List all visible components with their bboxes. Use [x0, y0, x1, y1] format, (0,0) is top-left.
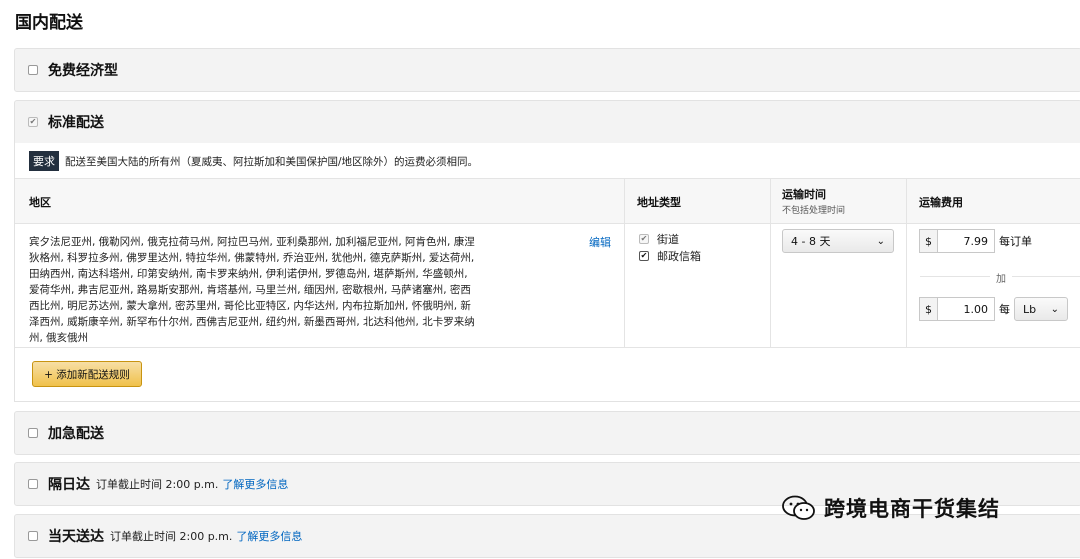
edit-link[interactable]: 编辑 [589, 234, 611, 250]
region-list: 宾夕法尼亚州, 俄勒冈州, 俄克拉荷马州, 阿拉巴马州, 亚利桑那州, 加利福尼… [29, 234, 499, 346]
per-order-label: 每订单 [999, 235, 1032, 248]
requirement-text: 配送至美国大陆的所有州（夏威夷、阿拉斯加和美国保护国/地区除外）的运费必须相同。 [65, 155, 479, 168]
currency-symbol: $ [919, 229, 937, 253]
section-free-economy[interactable]: 免费经济型 [14, 48, 1080, 92]
section-expedited[interactable]: 加急配送 [14, 411, 1080, 455]
per-unit-fee: $ 1.00 每 [919, 297, 1010, 321]
standard-body: 要求 配送至美国大陆的所有州（夏威夷、阿拉斯加和美国保护国/地区除外）的运费必须… [14, 143, 1080, 402]
address-type-po-box[interactable]: ✔ 邮政信箱 [639, 248, 701, 264]
region-line: 爱荷华州, 弗吉尼亚州, 路易斯安那州, 肯塔基州, 马里兰州, 缅因州, 密歇… [29, 284, 471, 296]
unit-value: Lb [1023, 302, 1037, 316]
learn-more-link[interactable]: 了解更多信息 [236, 528, 302, 544]
next-day-checkbox[interactable] [28, 479, 38, 489]
cutoff-note: 订单截止时间 2:00 p.m. [96, 478, 219, 491]
row-divider [15, 347, 1080, 348]
po-box-checkbox[interactable]: ✔ [639, 251, 649, 261]
table-header: 地区 地址类型 运输时间 不包括处理时间 运输费用 [15, 178, 1080, 224]
per-order-amount-input[interactable]: 7.99 [937, 229, 995, 253]
same-day-checkbox[interactable] [28, 531, 38, 541]
page-title: 国内配送 [15, 13, 83, 33]
per-unit-label: 每 [999, 303, 1010, 316]
transit-time-value: 4 - 8 天 [791, 235, 831, 248]
section-title: 标准配送 [48, 115, 104, 131]
street-label: 街道 [657, 233, 679, 246]
requirement-tag: 要求 [29, 151, 59, 171]
region-line: 西比州, 明尼苏达州, 蒙大拿州, 密苏里州, 哥伦比亚特区, 内华达州, 内布… [29, 300, 471, 312]
section-title: 加急配送 [48, 426, 104, 442]
section-title: 当天送达 [48, 529, 104, 545]
chevron-down-icon: ⌄ [1050, 303, 1059, 315]
section-title: 隔日达 [48, 477, 90, 493]
watermark: 跨境电商干货集结 [782, 493, 1000, 523]
header-transit-time: 运输时间 [782, 188, 826, 201]
watermark-text: 跨境电商干货集结 [824, 497, 1000, 521]
region-line: 州, 俄亥俄州 [29, 332, 89, 344]
expedited-checkbox[interactable] [28, 428, 38, 438]
region-line: 田纳西州, 南达科塔州, 印第安纳州, 南卡罗来纳州, 伊利诺伊州, 罗德岛州,… [29, 268, 468, 280]
region-line: 狄格州, 科罗拉多州, 佛罗里达州, 特拉华州, 佛蒙特州, 乔治亚州, 犹他州… [29, 252, 475, 264]
header-shipping-fee: 运输费用 [919, 196, 963, 209]
plus-label: 加 [990, 270, 1012, 285]
column-divider [906, 178, 907, 348]
region-line: 泽西州, 威斯康辛州, 新罕布什尔州, 西佛吉尼亚州, 纽约州, 新墨西哥州, … [29, 316, 475, 328]
learn-more-link[interactable]: 了解更多信息 [222, 476, 288, 492]
street-checkbox[interactable]: ✔ [639, 234, 649, 244]
header-transit-sub: 不包括处理时间 [782, 206, 846, 216]
cutoff-note: 订单截止时间 2:00 p.m. [110, 530, 233, 543]
standard-checkbox[interactable]: ✔ [28, 117, 38, 127]
transit-time-select[interactable]: 4 - 8 天 ⌄ [782, 229, 894, 253]
address-type-street[interactable]: ✔ 街道 [639, 231, 679, 247]
unit-select[interactable]: Lb ⌄ [1014, 297, 1068, 321]
currency-symbol: $ [919, 297, 937, 321]
wechat-icon [782, 495, 815, 520]
header-region: 地区 [29, 196, 51, 209]
chevron-down-icon: ⌄ [876, 235, 885, 247]
header-address-type: 地址类型 [637, 196, 681, 209]
per-unit-amount-input[interactable]: 1.00 [937, 297, 995, 321]
section-standard[interactable]: ✔ 标准配送 [14, 100, 1080, 143]
po-box-label: 邮政信箱 [657, 250, 701, 263]
requirement-row: 要求 配送至美国大陆的所有州（夏威夷、阿拉斯加和美国保护国/地区除外）的运费必须… [29, 151, 478, 171]
column-divider [770, 178, 771, 348]
column-divider [624, 178, 625, 348]
per-order-fee: $ 7.99 每订单 [919, 229, 1032, 253]
free-economy-checkbox[interactable] [28, 65, 38, 75]
region-line: 宾夕法尼亚州, 俄勒冈州, 俄克拉荷马州, 阿拉巴马州, 亚利桑那州, 加利福尼… [29, 236, 475, 248]
add-shipping-rule-button[interactable]: + 添加新配送规则 [32, 361, 142, 387]
section-title: 免费经济型 [48, 63, 118, 79]
